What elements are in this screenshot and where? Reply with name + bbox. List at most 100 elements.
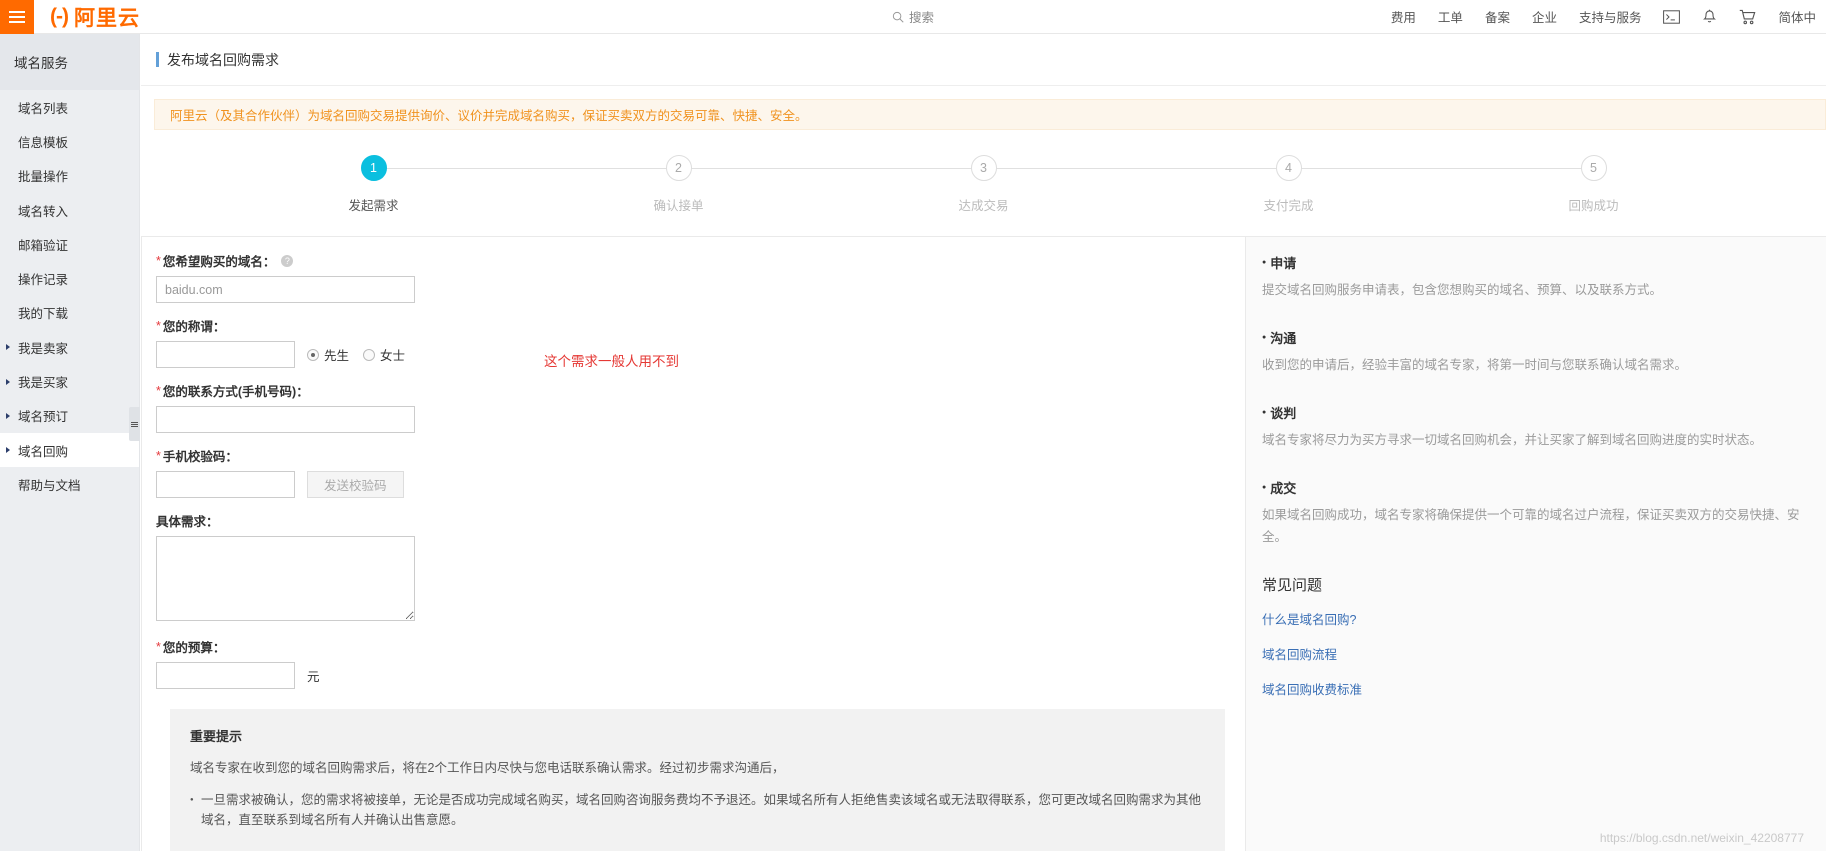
sidebar-item-my-downloads[interactable]: 我的下载 bbox=[0, 296, 139, 330]
aliyun-logo[interactable]: (-) 阿里云 bbox=[50, 2, 140, 32]
budget-input[interactable] bbox=[156, 662, 295, 689]
expand-caret-icon bbox=[6, 447, 10, 454]
topnav-item-support[interactable]: 支持与服务 bbox=[1579, 7, 1642, 26]
gender-option-male[interactable]: 先生 bbox=[307, 345, 349, 364]
sidebar-collapse-handle[interactable] bbox=[129, 407, 140, 441]
shopping-cart-icon[interactable] bbox=[1739, 9, 1756, 25]
step-number: 4 bbox=[1275, 155, 1302, 181]
field-requirement-label: 具体需求： bbox=[156, 511, 1245, 530]
sidebar-item-i-am-seller[interactable]: 我是卖家 bbox=[0, 330, 139, 364]
aliyun-logo-text: 阿里云 bbox=[73, 6, 140, 30]
field-label-text: 您的联系方式(手机号码)： bbox=[162, 385, 309, 399]
phone-input[interactable] bbox=[156, 406, 415, 433]
aside-section-title: 谈判 bbox=[1262, 403, 1806, 422]
field-budget: * 您的预算： 元 bbox=[156, 637, 1245, 689]
info-alert-text: 阿里云（及其合作伙伴）为域名回购交易提供询价、议价并完成域名购买，保证买卖双方的… bbox=[170, 109, 808, 123]
sidebar-item-label: 信息模板 bbox=[18, 135, 69, 150]
field-verify-code-label: * 手机校验码： bbox=[156, 446, 1245, 465]
verify-code-row: 发送校验码 bbox=[156, 471, 1245, 498]
bell-notification-icon[interactable] bbox=[1702, 9, 1717, 25]
hamburger-menu-icon[interactable] bbox=[0, 0, 34, 34]
topnav-item-icp[interactable]: 备案 bbox=[1485, 7, 1510, 26]
sidebar-item-domain-transfer-in[interactable]: 域名转入 bbox=[0, 193, 139, 227]
page-title: 发布域名回购需求 bbox=[167, 51, 279, 68]
step-number: 5 bbox=[1580, 155, 1607, 181]
sidebar-item-operation-log[interactable]: 操作记录 bbox=[0, 261, 139, 295]
step-connector-line bbox=[678, 168, 984, 169]
radio-icon-selected[interactable] bbox=[307, 348, 319, 361]
sidebar-item-domain-buyback[interactable]: 域名回购 bbox=[0, 432, 139, 468]
step-label: 达成交易 bbox=[958, 199, 1009, 213]
gender-option-label: 女士 bbox=[380, 349, 406, 363]
step-3: 3 达成交易 bbox=[831, 155, 1289, 214]
aside-section-body: 提交域名回购服务申请表，包含您想购买的域名、预算、以及联系方式。 bbox=[1262, 283, 1663, 297]
field-label-text: 您的预算： bbox=[162, 641, 226, 655]
sidebar-item-domain-reservation[interactable]: 域名预订 bbox=[0, 399, 139, 433]
field-salutation-label: * 您的称谓： bbox=[156, 316, 1245, 335]
sidebar-item-batch-operation[interactable]: 批量操作 bbox=[0, 159, 139, 193]
sidebar-item-i-am-buyer[interactable]: 我是买家 bbox=[0, 364, 139, 398]
step-number: 2 bbox=[665, 155, 692, 181]
field-requirement: 具体需求： bbox=[156, 511, 1245, 624]
global-search-box[interactable]: 搜索 bbox=[892, 7, 934, 26]
step-label: 发起需求 bbox=[348, 199, 399, 213]
question-mark-icon[interactable]: ? bbox=[281, 254, 294, 267]
gender-option-female[interactable]: 女士 bbox=[363, 345, 405, 364]
sidebar-item-info-template[interactable]: 信息模板 bbox=[0, 124, 139, 158]
sidebar-item-label: 域名回购 bbox=[18, 444, 69, 459]
field-label-text: 具体需求： bbox=[156, 515, 219, 529]
salutation-name-input[interactable] bbox=[156, 341, 295, 368]
aside-section-body: 收到您的申请后，经验丰富的域名专家，将第一时间与您联系确认域名需求。 bbox=[1262, 357, 1688, 372]
step-label: 确认接单 bbox=[653, 199, 704, 213]
topnav-item-enterprise[interactable]: 企业 bbox=[1532, 7, 1557, 26]
sidebar-item-label: 域名转入 bbox=[18, 204, 69, 219]
aside-section-body: 域名专家将尽力为买方寻求一切域名回购机会，并让买家了解到域名回购进度的实时状态。 bbox=[1262, 432, 1763, 447]
step-4: 4 支付完成 bbox=[1136, 155, 1594, 214]
radio-icon[interactable] bbox=[363, 348, 376, 361]
required-marker: * bbox=[156, 448, 161, 463]
notice-bullet: 一旦需求被确认，您的需求将被接单，无论是否成功完成域名购买，域名回购咨询服务费均… bbox=[190, 790, 1205, 830]
step-number: 3 bbox=[970, 155, 997, 181]
gender-radio-group: 先生 女士 bbox=[307, 345, 405, 364]
sidebar-item-label: 域名预订 bbox=[18, 410, 69, 425]
verify-code-input[interactable] bbox=[156, 471, 295, 498]
sidebar-item-label: 操作记录 bbox=[18, 273, 69, 288]
domain-input[interactable] bbox=[156, 276, 415, 303]
watermark-text: https://blog.csdn.net/weixin_42208777 bbox=[1599, 831, 1804, 845]
sidebar-item-email-verify[interactable]: 邮箱验证 bbox=[0, 227, 139, 261]
required-marker: * bbox=[156, 253, 161, 268]
step-number: 1 bbox=[360, 155, 387, 181]
gender-option-label: 先生 bbox=[324, 349, 350, 363]
faq-link-buyback-fees[interactable]: 域名回购收费标准 bbox=[1262, 679, 1806, 698]
salutation-row: 先生 女士 bbox=[156, 341, 1245, 368]
field-verify-code: * 手机校验码： 发送校验码 bbox=[156, 446, 1245, 498]
search-icon bbox=[892, 11, 904, 23]
global-search-placeholder: 搜索 bbox=[908, 11, 935, 25]
sidebar-item-help-docs[interactable]: 帮助与文档 bbox=[0, 467, 139, 501]
content-row: * 您希望购买的域名： ? * 您的称谓： bbox=[141, 236, 1826, 851]
aliyun-logo-mark: (-) bbox=[50, 5, 69, 28]
field-domain-label: * 您希望购买的域名： ? bbox=[156, 251, 1245, 270]
console-terminal-icon[interactable] bbox=[1663, 9, 1681, 24]
field-label-text: 您的称谓： bbox=[162, 320, 226, 334]
faq-link-what-is-buyback[interactable]: 什么是域名回购? bbox=[1262, 609, 1806, 628]
send-verify-code-button[interactable]: 发送校验码 bbox=[307, 471, 404, 498]
sidebar-item-label: 帮助与文档 bbox=[18, 478, 81, 493]
page-title-accent-bar bbox=[156, 52, 159, 67]
main-content: 发布域名回购需求 阿里云（及其合作伙伴）为域名回购交易提供询价、议价并完成域名购… bbox=[141, 34, 1826, 851]
step-1: 1 发起需求 bbox=[221, 155, 679, 214]
faq-heading: 常见问题 bbox=[1262, 577, 1323, 595]
top-navigation-bar: (-) 阿里云 搜索 费用 工单 备案 企业 支持与服务 简体中 bbox=[0, 0, 1826, 34]
step-5: 5 回购成功 bbox=[1441, 155, 1746, 214]
sidebar-item-label: 批量操作 bbox=[18, 170, 69, 185]
field-domain: * 您希望购买的域名： ? bbox=[156, 251, 1245, 303]
page-header: 发布域名回购需求 bbox=[141, 34, 1826, 86]
requirement-textarea[interactable] bbox=[156, 536, 415, 621]
sidebar-item-domain-list[interactable]: 域名列表 bbox=[0, 90, 139, 124]
annotation-text: 这个需求一般人用不到 bbox=[544, 354, 679, 369]
aside-section-title: 申请 bbox=[1262, 253, 1806, 272]
faq-link-buyback-process[interactable]: 域名回购流程 bbox=[1262, 644, 1806, 663]
topnav-item-tickets[interactable]: 工单 bbox=[1438, 7, 1463, 26]
topnav-item-fees[interactable]: 费用 bbox=[1391, 7, 1416, 26]
language-selector[interactable]: 简体中 bbox=[1778, 7, 1816, 26]
